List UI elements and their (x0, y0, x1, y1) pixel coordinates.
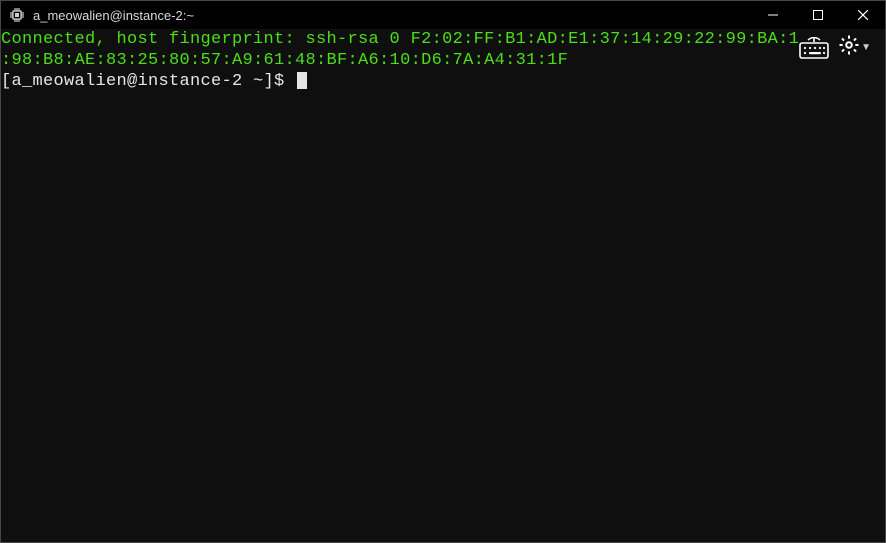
terminal-cursor (297, 72, 307, 89)
close-button[interactable] (840, 1, 885, 29)
terminal-output-line1: Connected, host fingerprint: ssh-rsa 0 F… (1, 30, 799, 49)
maximize-button[interactable] (795, 1, 840, 29)
terminal-area[interactable]: Connected, host fingerprint: ssh-rsa 0 F… (1, 29, 885, 542)
chip-icon (9, 7, 25, 23)
terminal-output-line2: :98:B8:AE:83:25:80:57:A9:61:48:BF:A6:10:… (1, 51, 568, 70)
terminal-window: a_meowalien@instance-2:~ Connected, host… (0, 0, 886, 543)
terminal-prompt: [a_meowalien@instance-2 ~]$ (1, 72, 295, 91)
window-title: a_meowalien@instance-2:~ (33, 8, 194, 23)
settings-button[interactable]: ▼ (839, 35, 871, 60)
keyboard-icon[interactable] (799, 37, 829, 59)
titlebar[interactable]: a_meowalien@instance-2:~ (1, 1, 885, 29)
gear-icon (839, 35, 859, 60)
overlay-toolbar: ▼ (799, 35, 871, 60)
chevron-down-icon: ▼ (861, 42, 871, 53)
minimize-button[interactable] (750, 1, 795, 29)
